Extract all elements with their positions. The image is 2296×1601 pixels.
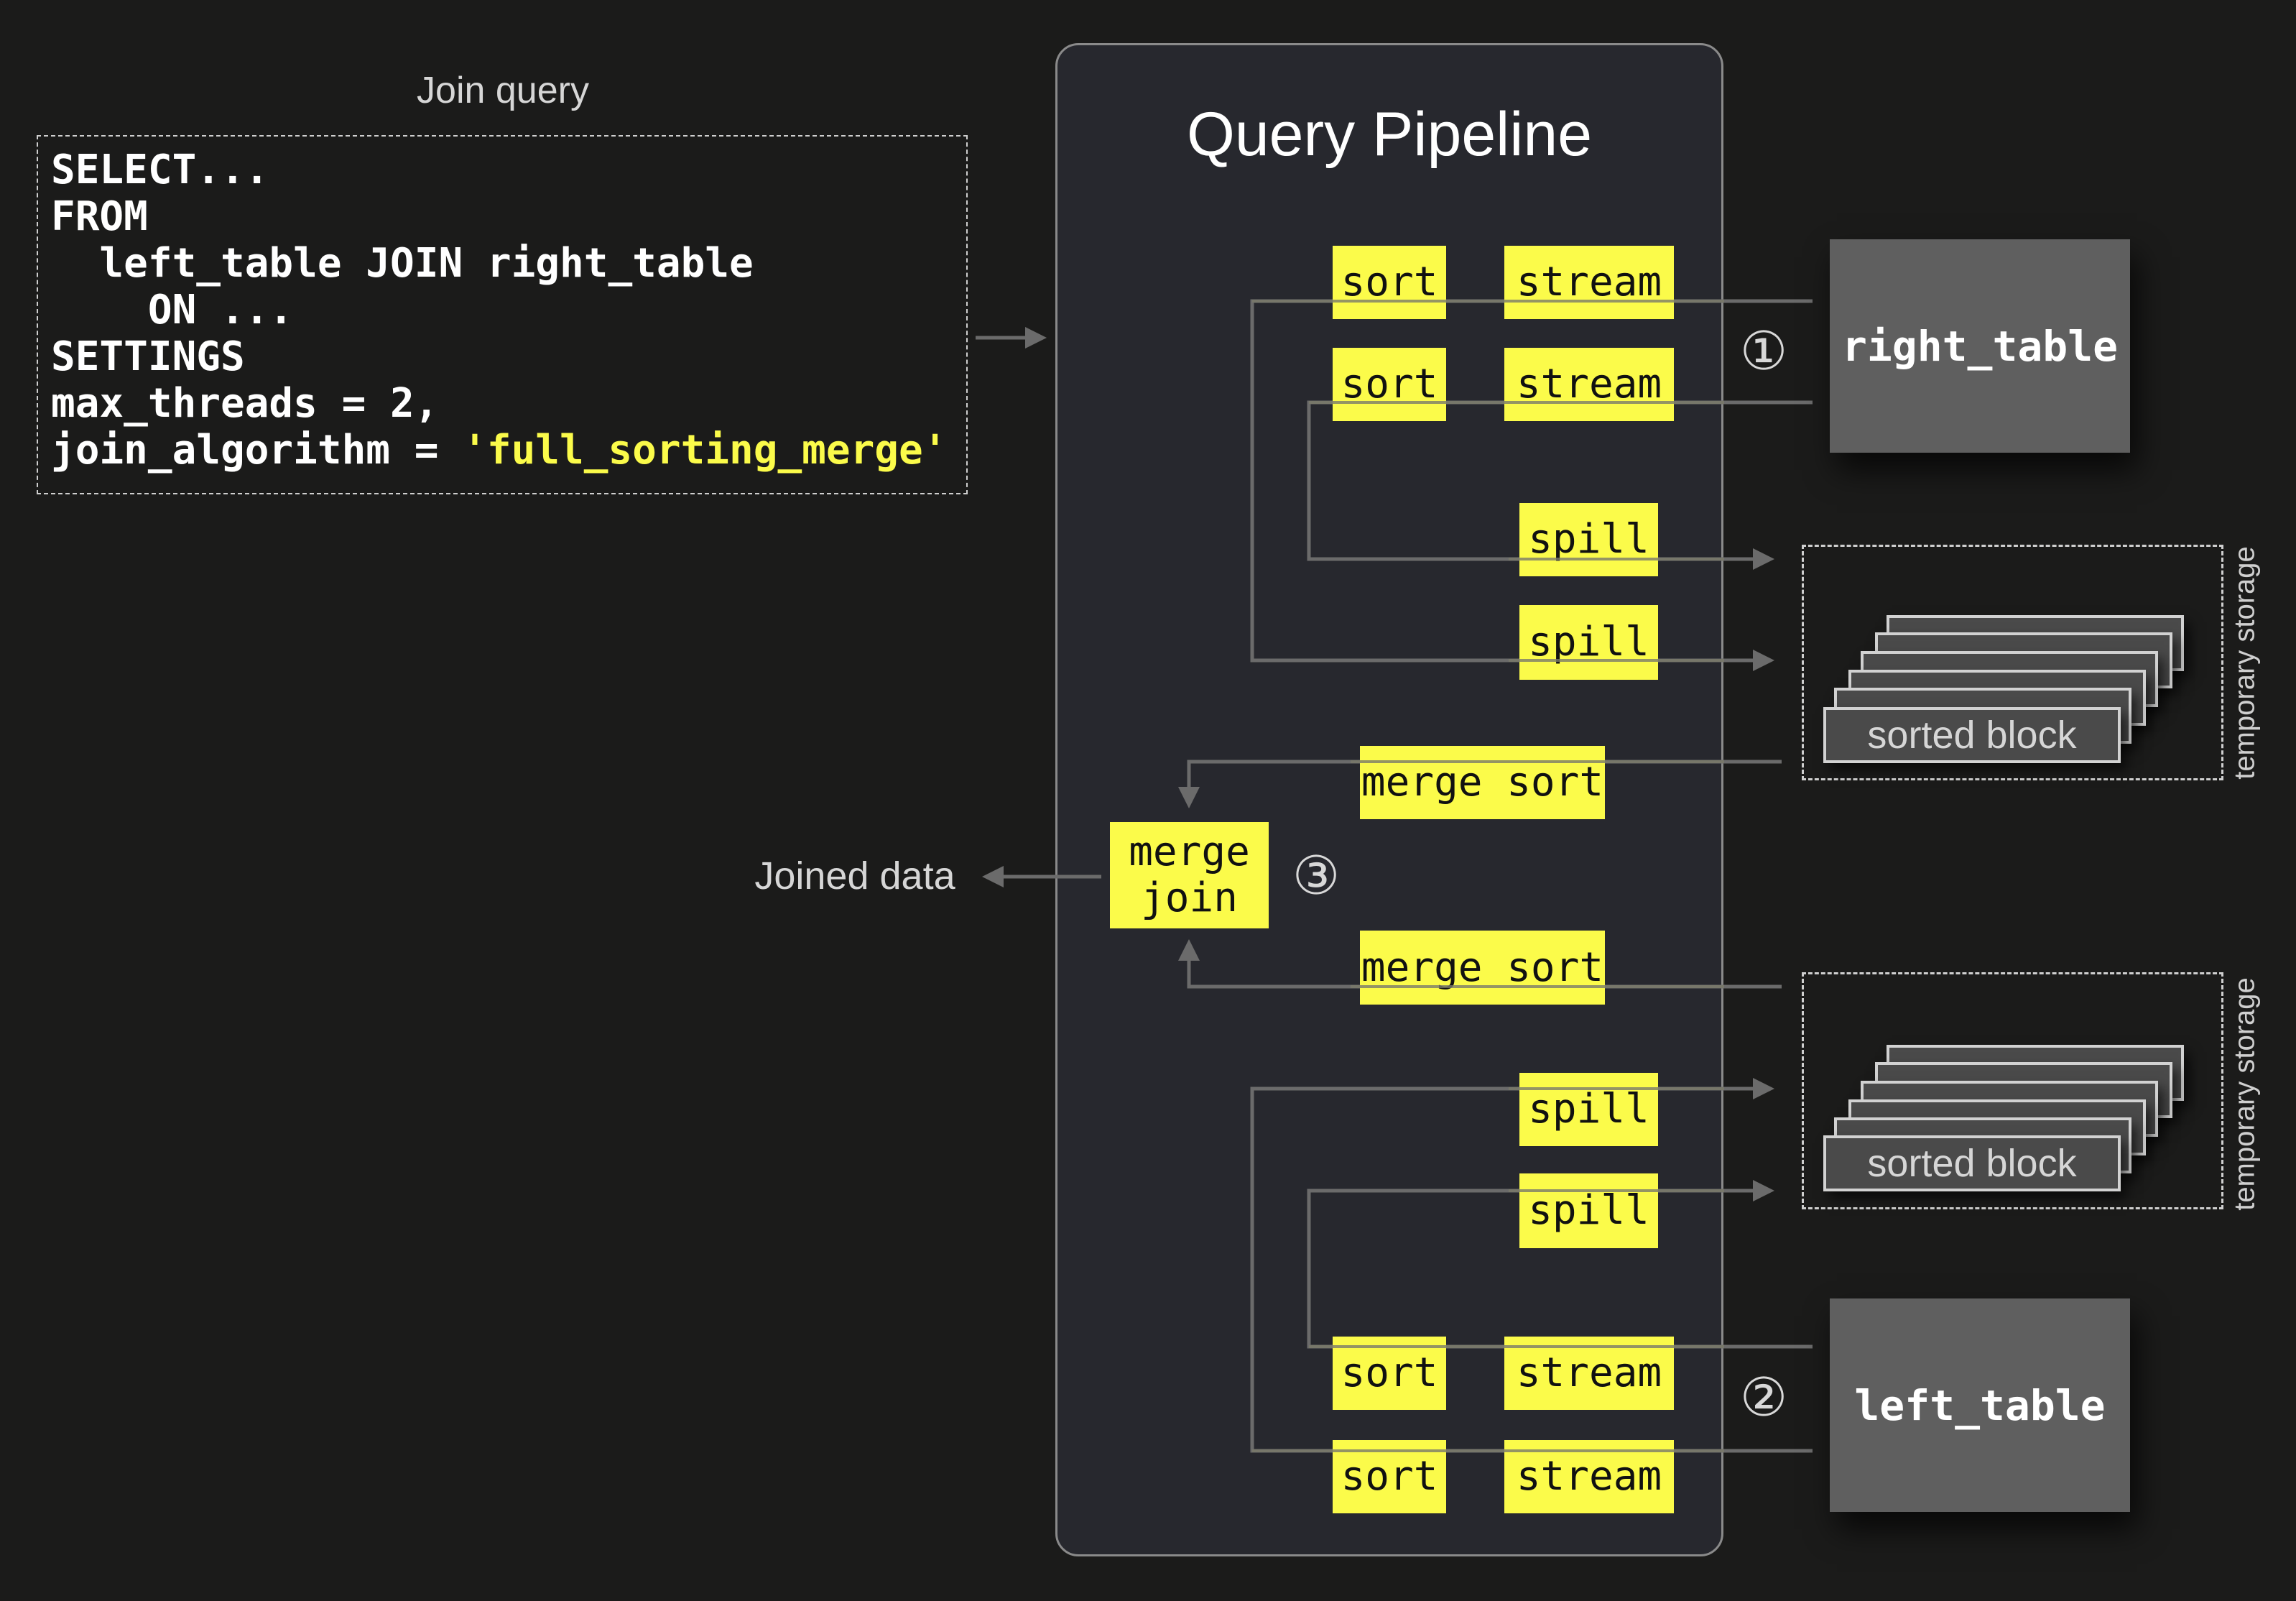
step-two-marker: ② [1739,1367,1788,1429]
spill-operator: spill [1519,503,1658,576]
sort-operator: sort [1333,246,1446,319]
sorted-block: sorted block [1823,1135,2121,1191]
merge-join-operator: merge join [1110,822,1269,928]
sort-operator: sort [1333,1440,1446,1513]
left-table: left_table [1830,1298,2130,1512]
merge-sort-operator: merge sort [1360,931,1605,1005]
merge-join-line1: merge [1129,829,1250,875]
merge-sort-operator: merge sort [1360,746,1605,819]
spill-operator: spill [1519,605,1658,680]
stream-operator: stream [1504,1337,1674,1410]
merge-join-line2: join [1141,875,1238,921]
right-table: right_table [1830,239,2130,453]
stream-operator: stream [1504,246,1674,319]
stream-operator: stream [1504,1440,1674,1513]
sort-operator: sort [1333,348,1446,421]
spill-operator: spill [1519,1073,1658,1146]
temporary-storage-label: temporary storage [2228,977,2261,1211]
stream-operator: stream [1504,348,1674,421]
temporary-storage-label: temporary storage [2228,546,2261,780]
sorted-block: sorted block [1823,707,2121,763]
sort-operator: sort [1333,1337,1446,1410]
step-three-marker: ③ [1292,845,1341,907]
joined-data-label: Joined data [754,854,955,898]
spill-operator: spill [1519,1173,1658,1248]
step-one-marker: ① [1739,320,1788,382]
